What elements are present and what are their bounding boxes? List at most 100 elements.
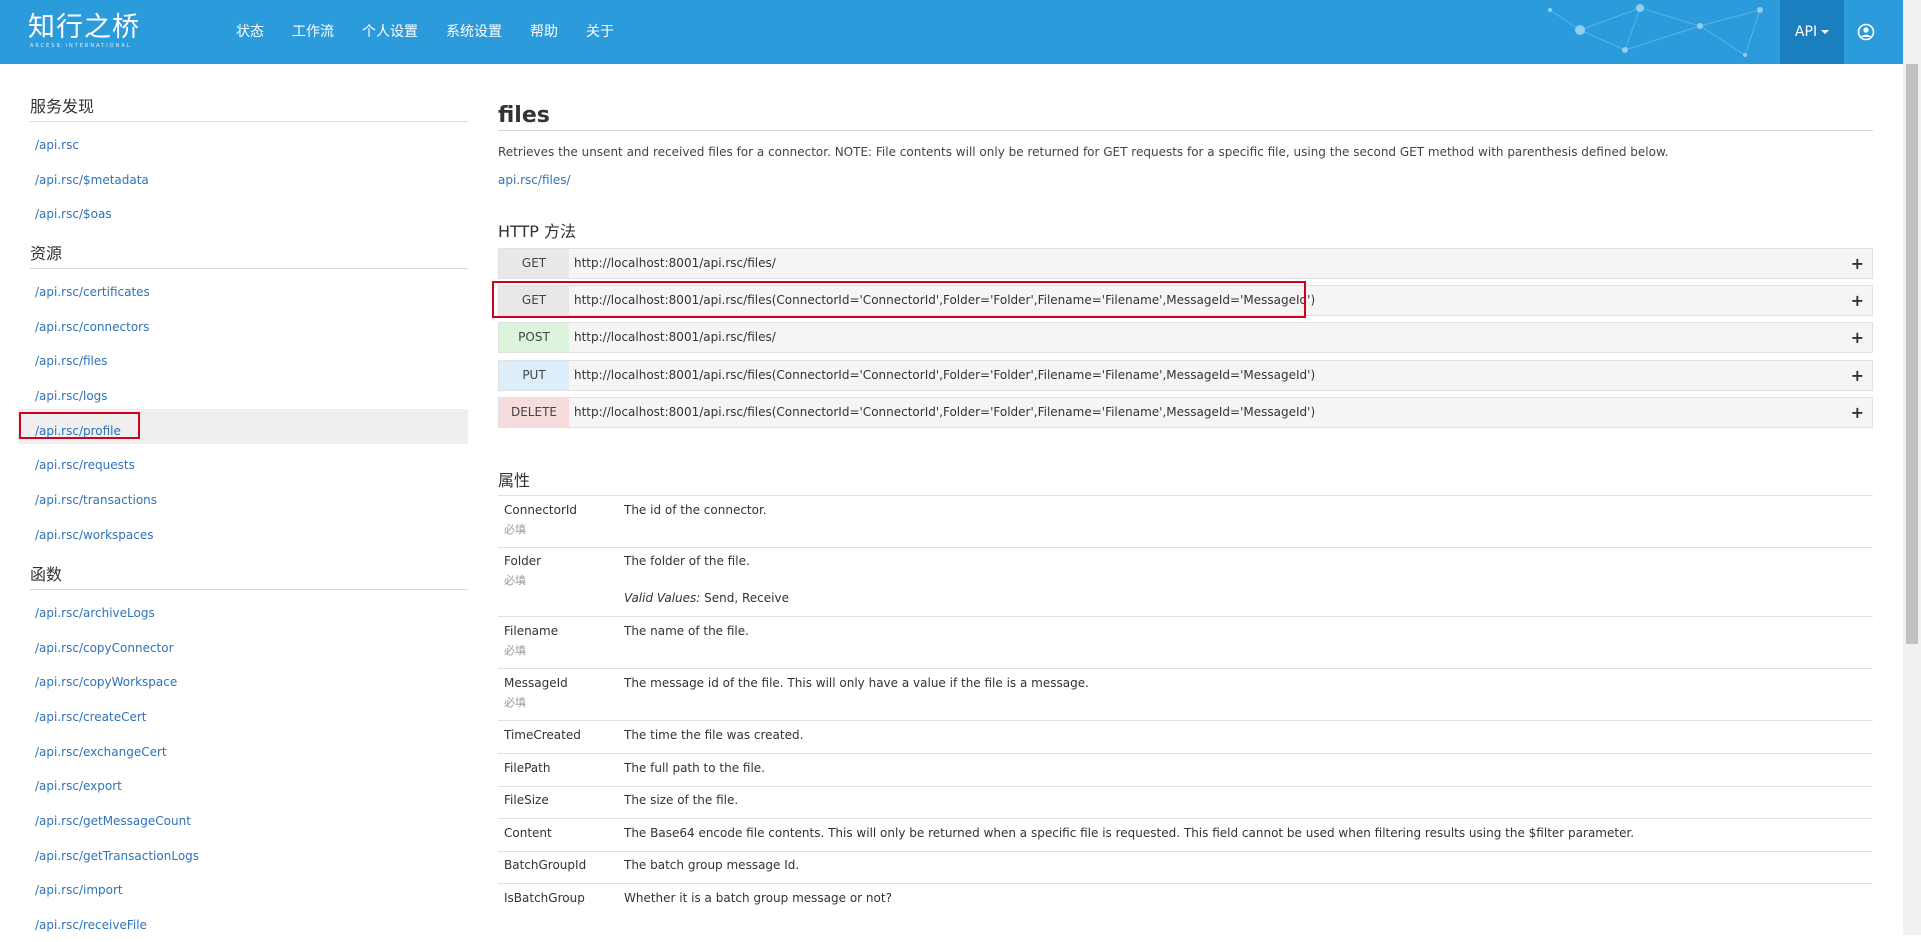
logo-text: 知行之桥 [28, 12, 140, 43]
sidebar-link-files[interactable]: /api.rsc/files [35, 344, 108, 378]
method-row-put[interactable]: PUT http://localhost:8001/api.rsc/files(… [498, 360, 1873, 391]
sidebar-link-receive-file[interactable]: /api.rsc/receiveFile [35, 908, 147, 942]
method-url: http://localhost:8001/api.rsc/files(Conn… [574, 368, 1316, 382]
required-label: 必填 [504, 644, 526, 657]
property-row: ConnectorId 必填 The id of the connector. [498, 495, 1873, 548]
valid-values-label: Valid Values: [624, 591, 701, 605]
sidebar-link-get-message-count[interactable]: /api.rsc/getMessageCount [35, 804, 191, 838]
valid-values: Valid Values: Send, Receive [624, 591, 789, 605]
property-name: MessageId [504, 676, 568, 690]
caret-down-icon [1821, 30, 1830, 34]
sidebar-link-requests[interactable]: /api.rsc/requests [35, 448, 135, 482]
method-url: http://localhost:8001/api.rsc/files/ [574, 256, 776, 270]
plus-icon[interactable]: + [1851, 361, 1864, 390]
sidebar-link-get-transaction-logs[interactable]: /api.rsc/getTransactionLogs [35, 839, 199, 873]
required-label: 必填 [504, 696, 526, 709]
property-name: TimeCreated [504, 728, 581, 742]
method-row-delete[interactable]: DELETE http://localhost:8001/api.rsc/fil… [498, 397, 1873, 428]
method-url: http://localhost:8001/api.rsc/files/ [574, 330, 776, 344]
scrollbar-thumb[interactable] [1906, 64, 1918, 644]
logo-subtext: ARCESB INTERNATIONAL [30, 43, 132, 49]
required-label: 必填 [504, 574, 526, 587]
sidebar-link-copy-connector[interactable]: /api.rsc/copyConnector [35, 631, 174, 665]
sidebar-link-metadata[interactable]: /api.rsc/$metadata [35, 163, 149, 197]
plus-icon[interactable]: + [1851, 249, 1864, 278]
method-row-highlight [492, 281, 1306, 318]
methods-heading: HTTP 方法 [498, 222, 577, 241]
main-nav: 状态 工作流 个人设置 系统设置 帮助 关于 [236, 0, 642, 64]
sidebar-link-workspaces[interactable]: /api.rsc/workspaces [35, 518, 153, 552]
sidebar-link-export[interactable]: /api.rsc/export [35, 769, 122, 803]
logo[interactable]: 知行之桥 ARCESB INTERNATIONAL [28, 12, 140, 50]
sidebar-section-title: 服务发现 [30, 93, 468, 122]
property-name: BatchGroupId [504, 858, 587, 872]
property-name: ConnectorId [504, 503, 578, 517]
properties-heading: 属性 [498, 471, 531, 490]
property-name: FilePath [504, 761, 551, 775]
sidebar-link-archive-logs[interactable]: /api.rsc/archiveLogs [35, 596, 155, 630]
api-dropdown-label: API [1794, 24, 1818, 40]
sidebar-section-title: 函数 [30, 561, 468, 590]
property-name: IsBatchGroup [504, 891, 585, 905]
method-row-get-list[interactable]: GET http://localhost:8001/api.rsc/files/… [498, 248, 1873, 279]
required-label: 必填 [504, 523, 526, 536]
property-description: The id of the connector. [624, 503, 767, 517]
property-name: Content [504, 826, 552, 840]
property-description: The message id of the file. This will on… [624, 676, 1089, 690]
property-description: The name of the file. [624, 624, 749, 638]
sidebar-link-logs[interactable]: /api.rsc/logs [35, 379, 108, 413]
top-navbar: 知行之桥 ARCESB INTERNATIONAL 状态 工作流 个人设置 系统… [0, 0, 1921, 64]
nav-workflow[interactable]: 工作流 [292, 0, 334, 64]
property-name: Filename [504, 624, 559, 638]
resource-description: Retrieves the unsent and received files … [498, 145, 1669, 159]
property-description: The Base64 encode file contents. This wi… [624, 826, 1635, 840]
nav-status[interactable]: 状态 [236, 0, 264, 64]
valid-values-list: Send, Receive [704, 591, 789, 605]
property-row: FilePath The full path to the file. [498, 754, 1873, 787]
property-row: Filename 必填 The name of the file. [498, 617, 1873, 669]
method-url: http://localhost:8001/api.rsc/files(Conn… [574, 405, 1316, 419]
method-badge: PUT [499, 361, 569, 390]
property-description: The batch group message Id. [624, 858, 800, 872]
property-description: The time the file was created. [624, 728, 804, 742]
network-decoration-icon [1548, 4, 1763, 57]
nav-personal-settings[interactable]: 个人设置 [362, 0, 418, 64]
sidebar-link-certificates[interactable]: /api.rsc/certificates [35, 275, 150, 309]
property-row: Content The Base64 encode file contents.… [498, 819, 1873, 852]
sidebar-link-create-cert[interactable]: /api.rsc/createCert [35, 700, 146, 734]
sidebar-link-transactions[interactable]: /api.rsc/transactions [35, 483, 157, 517]
method-badge: DELETE [499, 398, 569, 427]
sidebar-link-copy-workspace[interactable]: /api.rsc/copyWorkspace [35, 665, 177, 699]
method-badge: GET [499, 249, 569, 278]
user-icon[interactable] [1857, 23, 1875, 41]
plus-icon[interactable]: + [1851, 323, 1864, 352]
sidebar-link-import[interactable]: /api.rsc/import [35, 873, 123, 907]
property-row: BatchGroupId The batch group message Id. [498, 851, 1873, 884]
api-dropdown[interactable]: API [1780, 0, 1844, 64]
property-name: FileSize [504, 793, 549, 807]
sidebar-link-exchange-cert[interactable]: /api.rsc/exchangeCert [35, 735, 167, 769]
property-row: TimeCreated The time the file was create… [498, 721, 1873, 754]
property-description: The full path to the file. [624, 761, 765, 775]
plus-icon[interactable]: + [1851, 398, 1864, 427]
property-row: IsBatchGroup Whether it is a batch group… [498, 884, 1873, 916]
nav-help[interactable]: 帮助 [530, 0, 558, 64]
page-title: files [498, 103, 1873, 131]
method-row-post[interactable]: POST http://localhost:8001/api.rsc/files… [498, 322, 1873, 353]
resource-path-link[interactable]: api.rsc/files/ [498, 173, 571, 187]
sidebar-link-oas[interactable]: /api.rsc/$oas [35, 197, 112, 231]
nav-system-settings[interactable]: 系统设置 [446, 0, 502, 64]
sidebar-link-connectors[interactable]: /api.rsc/connectors [35, 310, 149, 344]
property-row: MessageId 必填 The message id of the file.… [498, 669, 1873, 721]
sidebar-section-title: 资源 [30, 240, 468, 269]
active-link-highlight [19, 412, 140, 439]
property-row: FileSize The size of the file. [498, 786, 1873, 819]
property-name: Folder [504, 554, 542, 568]
property-row: Folder 必填 The folder of the file. Valid … [498, 547, 1873, 617]
property-description: Whether it is a batch group message or n… [624, 891, 892, 905]
sidebar-link-api-rsc[interactable]: /api.rsc [35, 128, 79, 162]
nav-about[interactable]: 关于 [586, 0, 614, 64]
plus-icon[interactable]: + [1851, 286, 1864, 315]
vertical-scrollbar[interactable] [1903, 0, 1921, 935]
method-badge: POST [499, 323, 569, 352]
